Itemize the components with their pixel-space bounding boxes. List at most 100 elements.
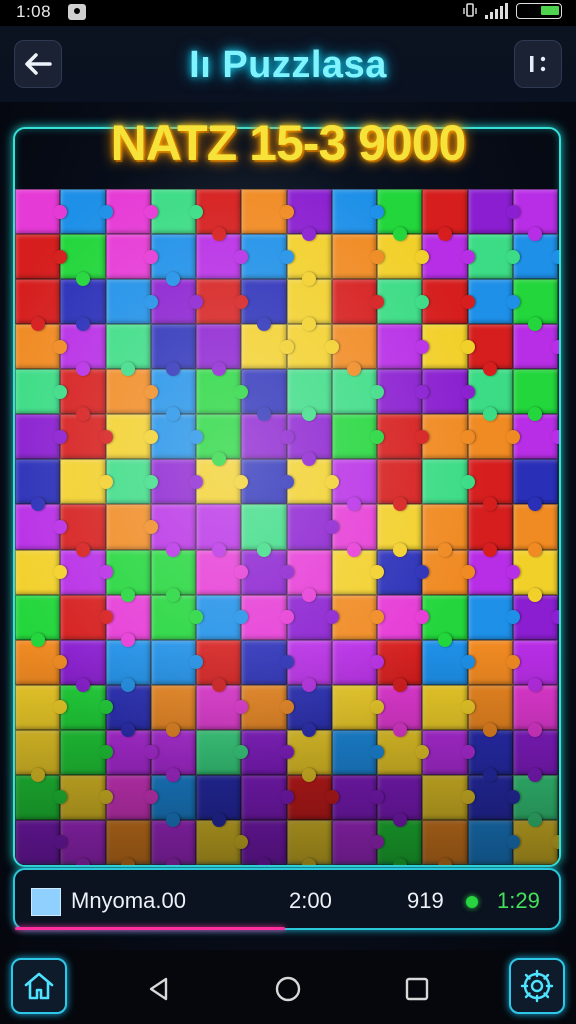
- puzzle-piece[interactable]: [422, 819, 468, 865]
- puzzle-piece[interactable]: [15, 729, 61, 782]
- puzzle-piece[interactable]: [331, 819, 385, 865]
- puzzle-piece[interactable]: [331, 639, 385, 685]
- puzzle-piece[interactable]: [15, 414, 68, 460]
- puzzle-piece[interactable]: [105, 819, 151, 865]
- puzzle-piece[interactable]: [15, 279, 61, 332]
- puzzle-piece[interactable]: [286, 369, 332, 422]
- puzzle-piece[interactable]: [60, 459, 113, 505]
- puzzle-piece[interactable]: [241, 684, 294, 730]
- puzzle-piece[interactable]: [286, 819, 332, 865]
- puzzle-piece[interactable]: [105, 279, 159, 325]
- puzzle-piece[interactable]: [241, 459, 294, 505]
- puzzle-piece[interactable]: [60, 369, 106, 422]
- puzzle-piece[interactable]: [377, 504, 423, 557]
- puzzle-piece[interactable]: [60, 189, 113, 235]
- puzzle-piece[interactable]: [331, 684, 385, 730]
- puzzle-piece[interactable]: [60, 414, 113, 460]
- puzzle-piece[interactable]: [15, 459, 61, 512]
- puzzle-piece[interactable]: [60, 504, 106, 557]
- puzzle-piece[interactable]: [105, 324, 151, 377]
- puzzle-piece[interactable]: [60, 774, 113, 820]
- puzzle-piece[interactable]: [105, 504, 159, 550]
- puzzle-piece[interactable]: [60, 594, 113, 640]
- puzzle-piece[interactable]: [150, 639, 204, 685]
- puzzle-piece[interactable]: [15, 684, 68, 730]
- status-dot-icon: [466, 896, 478, 908]
- puzzle-board[interactable]: [13, 127, 561, 867]
- puzzle-piece[interactable]: [512, 459, 558, 512]
- puzzle-piece[interactable]: [15, 234, 68, 280]
- puzzle-piece[interactable]: [241, 774, 294, 820]
- settings-button[interactable]: [509, 958, 565, 1014]
- puzzle-piece[interactable]: [422, 459, 475, 505]
- puzzle-piece[interactable]: [60, 729, 113, 775]
- puzzle-piece[interactable]: [241, 819, 287, 865]
- triangle-back-icon[interactable]: [144, 974, 174, 1004]
- puzzle-piece[interactable]: [512, 504, 558, 557]
- puzzle-piece[interactable]: [60, 819, 106, 865]
- puzzle-piece[interactable]: [241, 189, 294, 235]
- puzzle-piece[interactable]: [331, 729, 385, 775]
- puzzle-piece[interactable]: [15, 189, 68, 235]
- puzzle-piece[interactable]: [286, 504, 340, 550]
- puzzle-piece[interactable]: [150, 684, 196, 737]
- puzzle-piece[interactable]: [467, 504, 513, 557]
- puzzle-piece[interactable]: [331, 279, 385, 325]
- elapsed-time: 2:00: [289, 888, 332, 913]
- puzzle-piece[interactable]: [241, 504, 287, 557]
- puzzle-piece[interactable]: [105, 369, 159, 415]
- status-indicators: [463, 3, 562, 19]
- puzzle-piece[interactable]: [150, 324, 196, 377]
- puzzle-piece[interactable]: [241, 639, 294, 685]
- puzzle-piece[interactable]: [241, 234, 294, 280]
- puzzle-piece[interactable]: [422, 324, 475, 370]
- puzzle-piece[interactable]: [422, 504, 468, 557]
- game-screen: 1:08 Iı Puzzlasa NATZ 15-3 9000 Mnyoma.0…: [0, 0, 576, 1024]
- puzzle-piece[interactable]: [196, 324, 242, 377]
- puzzle-piece[interactable]: [422, 594, 468, 647]
- puzzle-piece[interactable]: [512, 369, 558, 422]
- puzzle-piece[interactable]: [377, 324, 430, 370]
- square-recent-icon[interactable]: [402, 974, 432, 1004]
- puzzle-piece[interactable]: [60, 234, 106, 287]
- puzzle-piece[interactable]: [196, 504, 242, 557]
- puzzle-piece[interactable]: [331, 189, 385, 235]
- puzzle-piece[interactable]: [105, 234, 159, 280]
- circle-home-icon[interactable]: [273, 974, 303, 1004]
- puzzle-piece[interactable]: [422, 729, 475, 775]
- puzzle-piece[interactable]: [331, 234, 385, 280]
- puzzle-piece[interactable]: [422, 414, 475, 460]
- puzzle-piece[interactable]: [241, 729, 294, 775]
- puzzle-piece[interactable]: [377, 459, 423, 512]
- puzzle-piece[interactable]: [422, 369, 475, 415]
- puzzle-piece[interactable]: [467, 819, 521, 865]
- status-panel: Mnyoma.00 2:00 919 1:29: [13, 868, 561, 930]
- puzzle-piece[interactable]: [422, 774, 475, 820]
- puzzle-piece[interactable]: [241, 414, 294, 460]
- status-time: 1:08: [16, 2, 52, 21]
- puzzle-piece[interactable]: [15, 504, 68, 550]
- puzzle-grid[interactable]: [15, 189, 559, 865]
- puzzle-piece[interactable]: [15, 549, 68, 595]
- puzzle-piece[interactable]: [196, 774, 242, 827]
- puzzle-piece[interactable]: [196, 369, 249, 415]
- puzzle-piece[interactable]: [15, 819, 68, 865]
- puzzle-piece[interactable]: [60, 639, 106, 692]
- board-headline: NATZ 15-3 9000: [110, 115, 467, 171]
- puzzle-piece[interactable]: [196, 729, 249, 775]
- bottom-navigation: [0, 950, 576, 1024]
- puzzle-piece[interactable]: [15, 369, 68, 415]
- puzzle-piece[interactable]: [15, 594, 61, 647]
- puzzle-piece[interactable]: [422, 684, 475, 730]
- puzzle-piece[interactable]: [331, 414, 385, 460]
- puzzle-piece[interactable]: [241, 279, 287, 332]
- puzzle-piece[interactable]: [467, 189, 521, 235]
- menu-button[interactable]: [514, 40, 562, 88]
- puzzle-piece[interactable]: [422, 279, 475, 325]
- home-button[interactable]: [11, 958, 67, 1014]
- puzzle-piece[interactable]: [241, 594, 294, 640]
- puzzle-piece[interactable]: [241, 369, 287, 422]
- puzzle-piece[interactable]: [331, 369, 385, 415]
- puzzle-piece[interactable]: [467, 594, 521, 640]
- puzzle-piece[interactable]: [422, 189, 468, 242]
